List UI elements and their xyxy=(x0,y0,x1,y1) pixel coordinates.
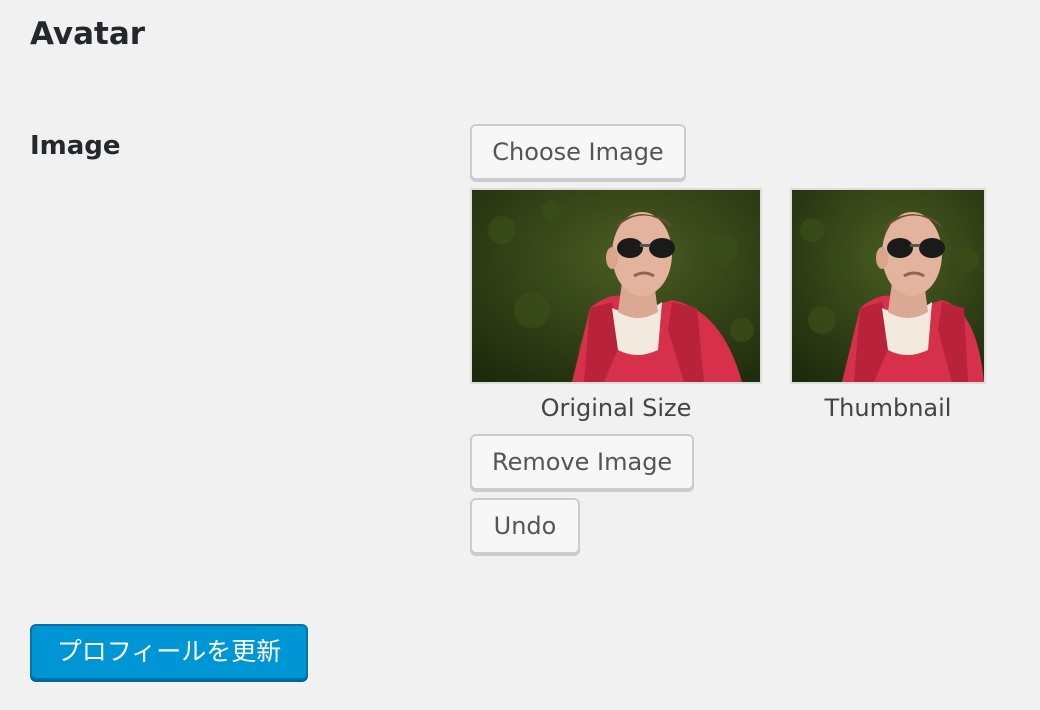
avatar-photo-original xyxy=(472,190,760,382)
choose-image-button[interactable]: Choose Image xyxy=(470,124,686,180)
thumbnail-preview xyxy=(790,188,986,384)
remove-image-button[interactable]: Remove Image xyxy=(470,434,694,490)
section-title: Avatar xyxy=(30,16,146,52)
thumbnail-caption: Thumbnail xyxy=(824,394,952,422)
image-field-label: Image xyxy=(30,131,121,161)
undo-button[interactable]: Undo xyxy=(470,498,580,554)
original-size-caption: Original Size xyxy=(540,394,692,422)
update-profile-button[interactable]: プロフィールを更新 xyxy=(30,624,308,680)
original-size-preview xyxy=(470,188,762,384)
avatar-photo-thumbnail xyxy=(792,190,984,382)
